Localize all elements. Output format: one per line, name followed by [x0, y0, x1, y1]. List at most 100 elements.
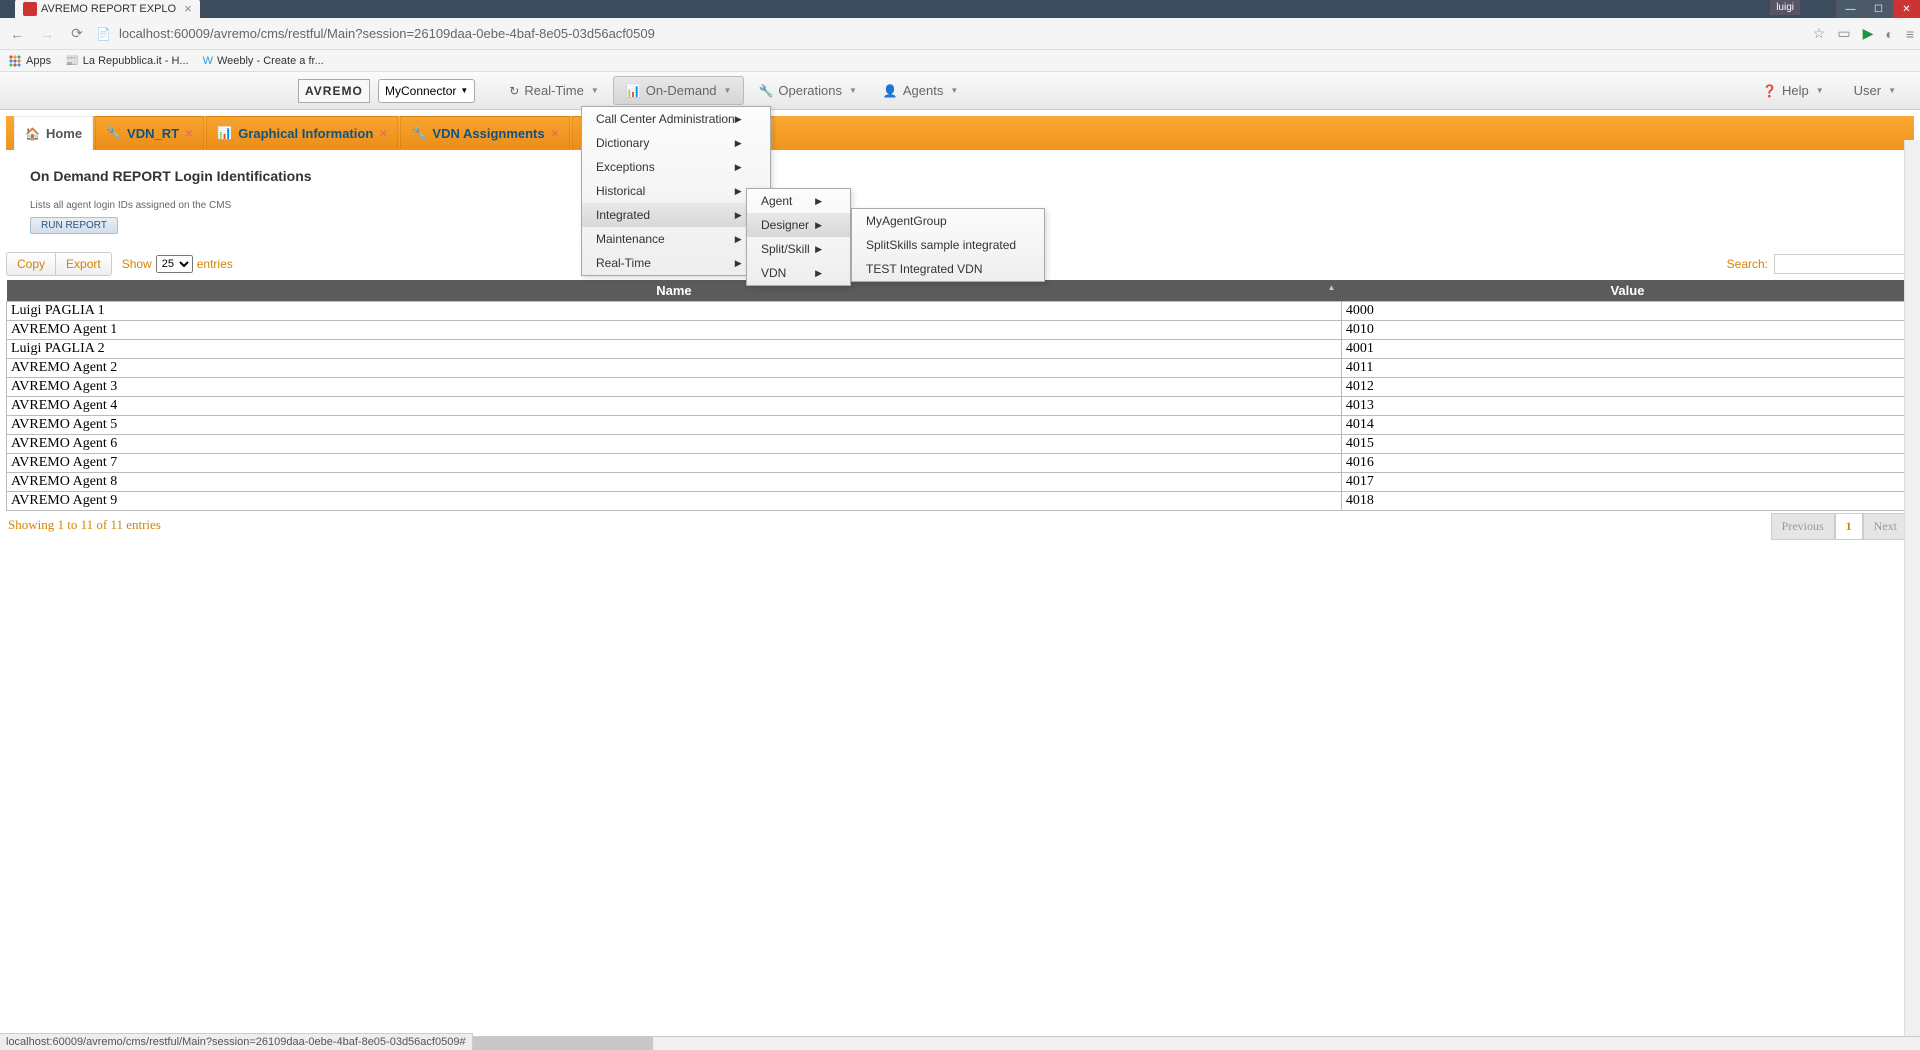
bookmark-repubblica[interactable]: 📰 La Repubblica.it - H... [65, 54, 188, 67]
dropdown-item-vdn[interactable]: VDN▶ [747, 261, 850, 285]
chevron-right-icon: ▶ [815, 268, 822, 279]
window-user: luigi [1770, 0, 1800, 15]
dropdown-label: Exceptions [596, 160, 655, 174]
menu-operations[interactable]: 🔧 Operations ▼ [746, 77, 868, 104]
dropdown-label: Agent [761, 194, 792, 208]
connector-select[interactable]: MyConnector ▼ [378, 79, 475, 103]
dropdown-item-maintenance[interactable]: Maintenance▶ [582, 227, 770, 251]
tab-home[interactable]: 🏠 Home [14, 116, 93, 150]
cell-value: 4012 [1341, 378, 1913, 397]
menu-icon[interactable]: ≡ [1906, 26, 1914, 42]
chart-icon: 📊 [217, 126, 232, 140]
dropdown-item-callcenter[interactable]: Call Center Administration▶ [582, 107, 770, 131]
browser-tab[interactable]: AVREMO REPORT EXPLO × [15, 0, 200, 18]
forward-button[interactable]: → [36, 23, 58, 45]
apps-button[interactable]: Apps [8, 54, 51, 68]
bookmark-weebly[interactable]: W Weebly - Create a fr... [203, 55, 324, 67]
page-icon: 📄 [96, 27, 111, 41]
share-icon[interactable]: ◐ [1885, 26, 1893, 42]
vertical-scrollbar[interactable] [1904, 140, 1920, 1036]
close-icon[interactable]: × [379, 125, 387, 141]
next-button[interactable]: Next [1863, 513, 1908, 540]
close-button[interactable]: ✕ [1892, 0, 1920, 18]
url-input[interactable] [119, 26, 1805, 41]
tab-label: VDN Assignments [432, 126, 544, 141]
export-button[interactable]: Export [56, 252, 112, 276]
chart-icon: 📊 [626, 84, 641, 98]
chevron-right-icon: ▶ [735, 114, 742, 125]
page-number[interactable]: 1 [1835, 513, 1863, 540]
dropdown-ondemand: Call Center Administration▶ Dictionary▶ … [581, 106, 771, 276]
tab-title: AVREMO REPORT EXPLO [41, 3, 176, 15]
dropdown-item-designer[interactable]: Designer▶ [747, 213, 850, 237]
question-icon: ❓ [1762, 84, 1777, 98]
table-info: Showing 1 to 11 of 11 entries [0, 511, 1920, 539]
star-icon[interactable]: ☆ [1813, 25, 1826, 42]
dropdown-item-test-vdn[interactable]: TEST Integrated VDN [852, 257, 1044, 281]
window-buttons: — ☐ ✕ [1836, 0, 1920, 18]
tab-vdn-rt[interactable]: 🔧 VDN_RT × [95, 116, 204, 150]
dropdown-label: Split/Skill [761, 242, 810, 256]
column-value[interactable]: Value♦ [1341, 280, 1913, 302]
menu-label: Operations [778, 83, 842, 98]
chevron-right-icon: ▶ [735, 162, 742, 173]
search-input[interactable] [1774, 254, 1914, 274]
menu-user[interactable]: User ▼ [1842, 77, 1908, 104]
tab-close-icon[interactable]: × [184, 1, 192, 16]
device-icon[interactable]: ▭ [1837, 25, 1850, 42]
dropdown-label: MyAgentGroup [866, 214, 947, 228]
menu-label: On-Demand [646, 83, 717, 98]
bookmarks-bar: Apps 📰 La Repubblica.it - H... W Weebly … [0, 50, 1920, 72]
address-bar: ← → ⟳ 📄 ☆ ▭ ▶ ◐ ≡ [0, 18, 1920, 50]
dropdown-item-agent[interactable]: Agent ▶ [747, 189, 850, 213]
play-icon[interactable]: ▶ [1863, 25, 1874, 42]
pagination: Previous 1 Next [1771, 513, 1908, 540]
dropdown-item-splitskills-sample[interactable]: SplitSkills sample integrated [852, 233, 1044, 257]
close-icon[interactable]: × [551, 125, 559, 141]
table-row: AVREMO Agent 44013 [7, 397, 1914, 416]
menu-ondemand[interactable]: 📊 On-Demand ▼ [613, 76, 745, 105]
run-report-button[interactable]: RUN REPORT [30, 217, 118, 234]
column-name[interactable]: Name▲ [7, 280, 1342, 302]
dropdown-item-myagentgroup[interactable]: MyAgentGroup [852, 209, 1044, 233]
copy-button[interactable]: Copy [6, 252, 56, 276]
chevron-right-icon: ▶ [735, 258, 742, 269]
menu-label: Help [1782, 83, 1809, 98]
page-size-select[interactable]: 25 [156, 255, 193, 273]
cell-value: 4017 [1341, 473, 1913, 492]
tab-graphical[interactable]: 📊 Graphical Information × [206, 116, 398, 150]
close-icon[interactable]: × [185, 125, 193, 141]
user-icon: 👤 [883, 84, 898, 98]
maximize-button[interactable]: ☐ [1864, 0, 1892, 18]
dropdown-item-dictionary[interactable]: Dictionary▶ [582, 131, 770, 155]
table-row: Luigi PAGLIA 24001 [7, 340, 1914, 359]
dropdown-item-realtime[interactable]: Real-Time▶ [582, 251, 770, 275]
reload-button[interactable]: ⟳ [66, 23, 88, 45]
menu-realtime[interactable]: ↻ Real-Time ▼ [497, 77, 610, 104]
dropdown-label: Historical [596, 184, 645, 198]
menu-help[interactable]: ❓ Help ▼ [1750, 77, 1836, 104]
minimize-button[interactable]: — [1836, 0, 1864, 18]
dropdown-item-exceptions[interactable]: Exceptions ▶ [582, 155, 770, 179]
tab-vdn-assignments[interactable]: 🔧 VDN Assignments × [400, 116, 569, 150]
previous-button[interactable]: Previous [1771, 513, 1835, 540]
cell-value: 4001 [1341, 340, 1913, 359]
connector-label: MyConnector [385, 84, 456, 98]
dropdown-item-splitskill[interactable]: Split/Skill ▶ [747, 237, 850, 261]
entries-label: entries [197, 257, 233, 271]
menu-agents[interactable]: 👤 Agents ▼ [871, 77, 970, 104]
chevron-right-icon: ▶ [815, 244, 822, 255]
table-row: AVREMO Agent 24011 [7, 359, 1914, 378]
cell-name: AVREMO Agent 4 [7, 397, 1342, 416]
browser-chrome: AVREMO REPORT EXPLO × luigi — ☐ ✕ [0, 0, 1920, 18]
dropdown-item-historical[interactable]: Historical▶ [582, 179, 770, 203]
cell-name: AVREMO Agent 3 [7, 378, 1342, 397]
cell-value: 4013 [1341, 397, 1913, 416]
dropdown-item-integrated[interactable]: Integrated▶ [582, 203, 770, 227]
table-row: AVREMO Agent 54014 [7, 416, 1914, 435]
table-row: AVREMO Agent 84017 [7, 473, 1914, 492]
chevron-right-icon: ▶ [815, 196, 822, 207]
caret-down-icon: ▼ [724, 86, 732, 95]
cell-name: AVREMO Agent 1 [7, 321, 1342, 340]
back-button[interactable]: ← [6, 23, 28, 45]
